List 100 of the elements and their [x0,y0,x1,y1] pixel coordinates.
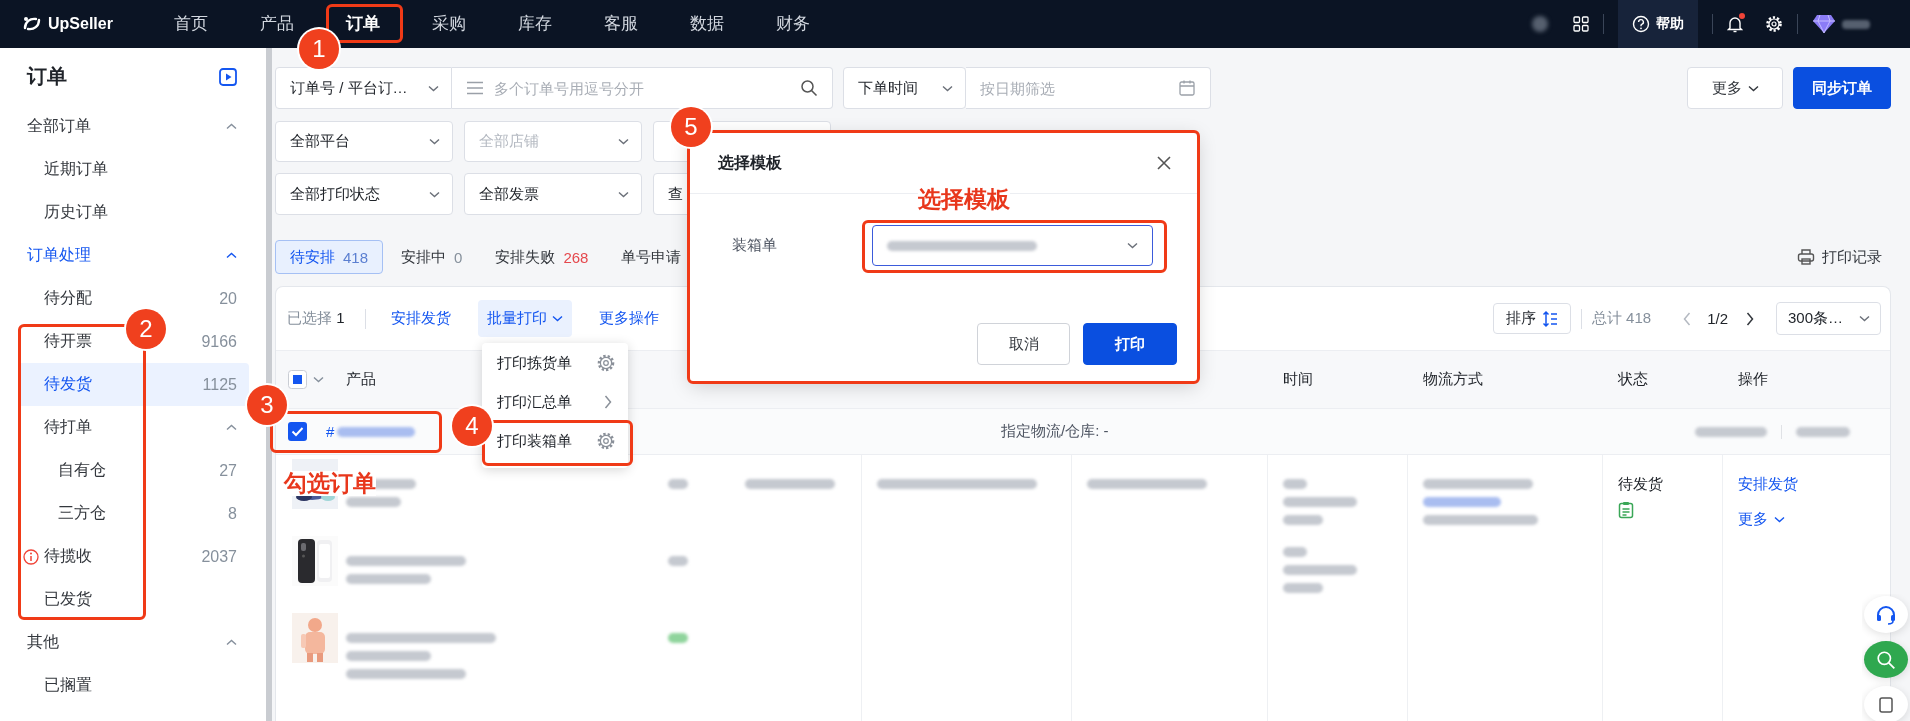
item-count: 9166 [201,332,237,351]
toolbar-action[interactable]: 批量打印 [477,300,572,337]
sidebar-item[interactable]: 三方仓 [58,503,106,524]
menu-item[interactable]: 打印装箱单 [494,425,620,457]
page-size-select[interactable]: 300条… [1776,302,1881,335]
sidebar-item[interactable]: 待发货 [44,374,92,395]
search-icon[interactable] [800,79,818,97]
item-count: 20 [219,289,237,308]
filter-select[interactable]: 全部平台 [275,121,453,162]
sort-button[interactable]: 排序 [1492,303,1571,334]
search-input[interactable]: 多个订单号用逗号分开 [494,79,790,97]
bell-icon[interactable] [1727,15,1743,33]
toolbar-action[interactable]: 安排发货 [381,300,460,337]
status-tab[interactable]: 待安排 418 [275,240,384,274]
nav-tab[interactable]: 订单 [346,0,380,48]
sidebar-item[interactable]: 已搁置 [44,675,92,696]
avatar-icon[interactable] [1812,14,1836,34]
blurred-text [346,497,401,507]
floating-button[interactable] [1864,686,1908,721]
date-type-select[interactable]: 下单时间 [843,67,966,109]
annotation-label: 选择模板 [918,187,1010,213]
play-icon[interactable] [219,67,237,86]
logo-text: UpSeller [48,15,113,33]
search-field[interactable]: 多个订单号用逗号分开 [452,67,833,109]
chevron-icon [429,190,440,198]
sidebar-item[interactable]: 近期订单 [44,159,108,180]
page-title: 订单 [27,64,67,89]
printer-icon [1797,248,1815,266]
more-button[interactable]: 更多 [1687,67,1783,109]
annotation-label: 勾选订单 [284,471,376,497]
total-count: 总计 418 [1591,309,1652,328]
nav-tab[interactable]: 财务 [776,0,810,48]
blurred-text [1842,19,1870,29]
sidebar-group[interactable]: 其他 [27,632,59,653]
collapse-icon[interactable] [226,639,237,646]
collapse-icon[interactable] [226,252,237,259]
item-count: 27 [219,461,237,480]
headset-icon [1875,603,1897,626]
sidebar-group[interactable]: 全部订单 [27,116,91,137]
chevron-icon [618,138,629,145]
step-marker: 2 [126,309,166,349]
column-header: 操作 [1738,370,1768,389]
caret-icon [1747,84,1759,92]
selection-count: 已选择 1 [287,309,345,328]
chevron-icon [429,138,440,145]
filter-select[interactable]: 全部发票 [464,173,642,215]
action-link[interactable]: 安排发货 [1738,471,1798,497]
nav-tab[interactable]: 产品 [260,0,294,48]
sidebar-group[interactable]: 订单处理 [27,245,91,266]
column-header: 时间 [1283,370,1313,389]
sidebar-item[interactable]: 待开票 [44,331,92,352]
menu-item[interactable]: 打印汇总单 [494,386,620,418]
grid-icon[interactable] [1573,16,1589,32]
blurred-text [668,479,688,489]
nav-tab[interactable]: 首页 [174,0,208,48]
select-all-checkbox[interactable] [288,370,307,389]
sidebar-item[interactable]: 待揽收 [44,546,92,567]
date-field[interactable]: 按日期筛选 [966,67,1211,109]
status-text: 待发货 [1618,474,1664,494]
template-select[interactable] [872,225,1153,266]
row-checkbox[interactable] [288,422,307,441]
step-marker: 4 [452,406,492,446]
status-tab[interactable]: 安排失败 268 [480,240,604,274]
item-count: 1125 [202,375,237,394]
nav-tab[interactable]: 数据 [690,0,724,48]
sidebar-item[interactable]: 已发货 [44,589,92,610]
menu-item[interactable]: 打印拣货单 [494,347,620,379]
caret-icon[interactable] [313,376,324,383]
sidebar-item[interactable]: 待打单 [44,417,92,438]
collapse-icon[interactable] [226,424,237,431]
action-link[interactable]: 更多 [1738,506,1785,532]
tab-count: 418 [343,248,369,266]
collapse-icon[interactable] [226,123,237,130]
help-button[interactable]: 帮助 [1618,0,1698,48]
date-input[interactable]: 按日期筛选 [980,79,1168,97]
close-icon[interactable] [1157,156,1171,170]
print-button[interactable]: 打印 [1083,323,1177,365]
chevron-icon [618,190,629,198]
blurred-text [1283,583,1323,593]
document-icon[interactable] [1618,501,1634,519]
nav-tab[interactable]: 库存 [518,0,552,48]
dialog-title: 选择模板 [718,152,782,173]
sidebar-item[interactable]: 自有仓 [58,460,106,481]
search-type-select[interactable]: 订单号 / 平台订… [275,67,452,109]
item-count: 8 [228,504,237,523]
sync-orders-button[interactable]: 同步订单 [1793,67,1891,109]
blurred-text [1695,426,1767,437]
nav-tab[interactable]: 客服 [604,0,638,48]
sidebar-item[interactable]: 待分配 [44,288,92,309]
status-tab[interactable]: 安排中 0 [386,240,478,274]
next-page-icon[interactable] [1746,311,1754,326]
step-marker: 3 [247,385,287,425]
sidebar-item[interactable]: 历史订单 [44,202,108,223]
cancel-button[interactable]: 取消 [977,323,1070,365]
nav-tab[interactable]: 采购 [432,0,466,48]
print-log-button[interactable]: 打印记录 [1797,247,1882,267]
toolbar-action[interactable]: 更多操作 [589,300,668,337]
filter-select[interactable]: 全部打印状态 [275,173,453,215]
list-icon [466,81,484,95]
chevron-icon [1859,315,1870,322]
